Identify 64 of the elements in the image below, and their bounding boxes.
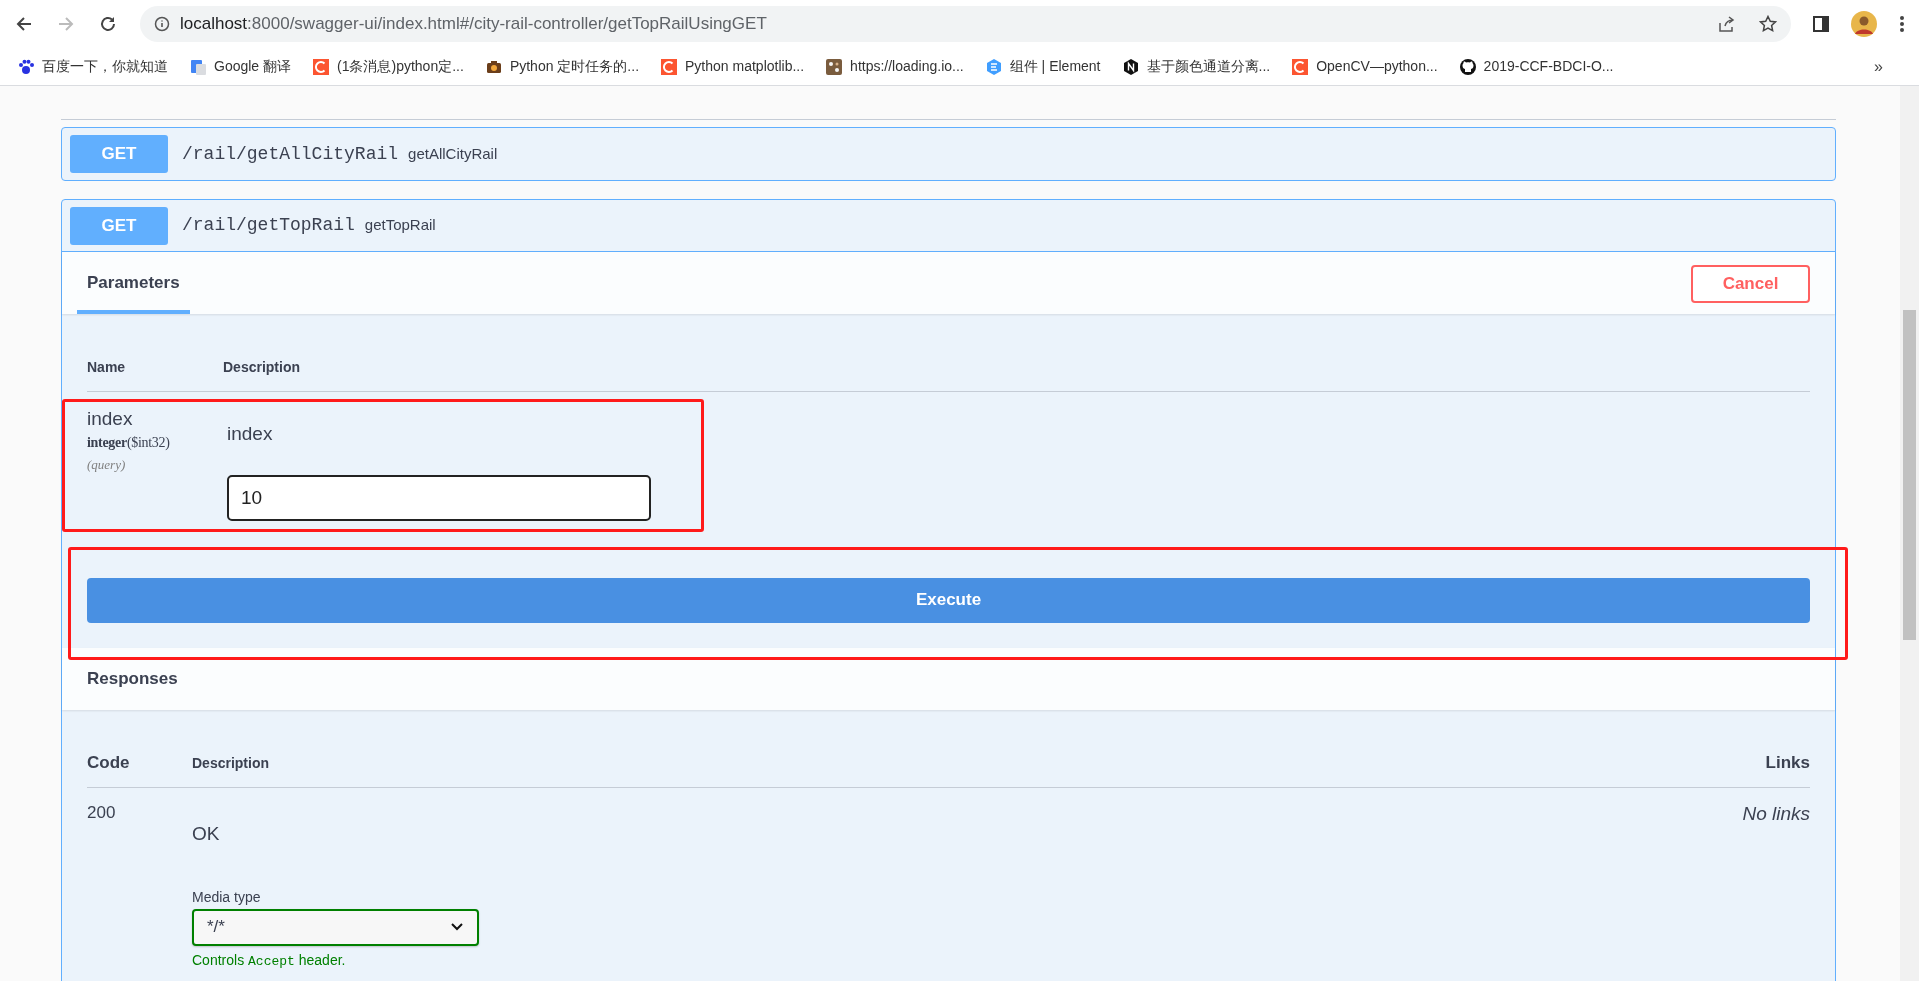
avatar-icon — [1851, 11, 1877, 37]
scrollbar[interactable] — [1900, 86, 1919, 981]
forward-icon — [57, 15, 75, 33]
parameter-input[interactable]: 10 — [227, 474, 651, 521]
info-icon — [154, 16, 170, 32]
responses-title: Responses — [87, 667, 178, 690]
operation-summary: getAllCityRail — [408, 143, 498, 164]
column-header: Name — [87, 359, 126, 375]
menu-button[interactable] — [1899, 15, 1905, 33]
paw-icon — [18, 58, 34, 75]
parameters-tab[interactable]: Parameters — [77, 269, 190, 314]
endpoint-path: /rail/getAllCityRail — [182, 142, 399, 166]
parameter-description: index — [227, 422, 274, 446]
bookmark-link[interactable]: https://loading.io... — [826, 56, 964, 77]
chevron-down-icon — [450, 922, 464, 932]
operation-header[interactable]: GET /rail/getAllCityRail getAllCityRail — [62, 128, 1835, 180]
media-type-label: Media type — [192, 887, 261, 907]
hexagon-icon — [985, 58, 1002, 75]
column-header: Links — [1765, 751, 1810, 774]
github-icon — [1459, 58, 1476, 75]
more-bookmarks-button[interactable]: » — [1874, 54, 1883, 79]
column-header: Description — [223, 359, 300, 375]
media-type-select[interactable]: */* — [192, 908, 479, 946]
bookmark-link[interactable]: 2019-CCF-BDCI-O... — [1459, 56, 1614, 77]
parameter-type: integer($int32) — [87, 434, 171, 452]
menu-icon — [1899, 15, 1905, 33]
reload-icon — [99, 15, 117, 33]
url-text: localhost:8000/swagger-ui/index.html#/city-rail-controller/getTopRailUsingGET — [180, 13, 768, 36]
profile-avatar[interactable] — [1851, 11, 1877, 37]
bookmark-link[interactable]: 基于颜色通道分离... — [1122, 56, 1271, 77]
side-panel-icon — [1813, 16, 1829, 32]
media-type-note: Controls Accept header. — [192, 950, 346, 971]
bookmark-link[interactable]: 组件 | Element — [985, 56, 1101, 77]
side-panel-button[interactable] — [1813, 16, 1829, 32]
bookmark-link[interactable]: Google 翻译 — [190, 56, 292, 77]
hexagon-icon — [1122, 58, 1139, 75]
parameter-name: index — [87, 407, 134, 431]
response-code: 200 — [87, 803, 116, 822]
operation-summary: getTopRail — [364, 215, 436, 236]
reload-button[interactable] — [98, 14, 118, 34]
bookmark-link[interactable]: 百度一下，你就知道 — [18, 56, 168, 77]
bookmark-link[interactable]: Python matplotlib... — [661, 56, 805, 77]
letter-c-icon — [661, 58, 678, 75]
letter-c-icon — [313, 58, 330, 75]
method-badge: GET — [70, 135, 168, 173]
column-header: Description — [192, 755, 269, 771]
back-icon — [15, 15, 33, 33]
endpoint-path: /rail/getTopRail — [182, 214, 355, 237]
bookmark-link[interactable]: OpenCV—python... — [1292, 56, 1438, 77]
response-description: OK — [192, 822, 220, 846]
letter-c-icon — [1292, 58, 1309, 75]
bookmark-link[interactable]: Python 定时任务的... — [485, 56, 640, 77]
parameter-location: (query) — [87, 456, 127, 474]
links-text: No links — [1742, 802, 1810, 826]
translate-icon — [190, 58, 206, 75]
camera-icon — [485, 58, 502, 75]
star-icon — [1759, 15, 1777, 33]
column-header: Code — [87, 752, 130, 772]
address-bar[interactable]: localhost:8000/swagger-ui/index.html#/city-rail-controller/getTopRailUsingGET — [140, 6, 1791, 42]
bookmark-button[interactable] — [1759, 15, 1777, 33]
share-button[interactable] — [1717, 15, 1735, 33]
method-badge: GET — [70, 206, 168, 245]
share-icon — [1717, 15, 1735, 33]
bookmark-link[interactable]: (1条消息)python定... — [313, 56, 464, 77]
